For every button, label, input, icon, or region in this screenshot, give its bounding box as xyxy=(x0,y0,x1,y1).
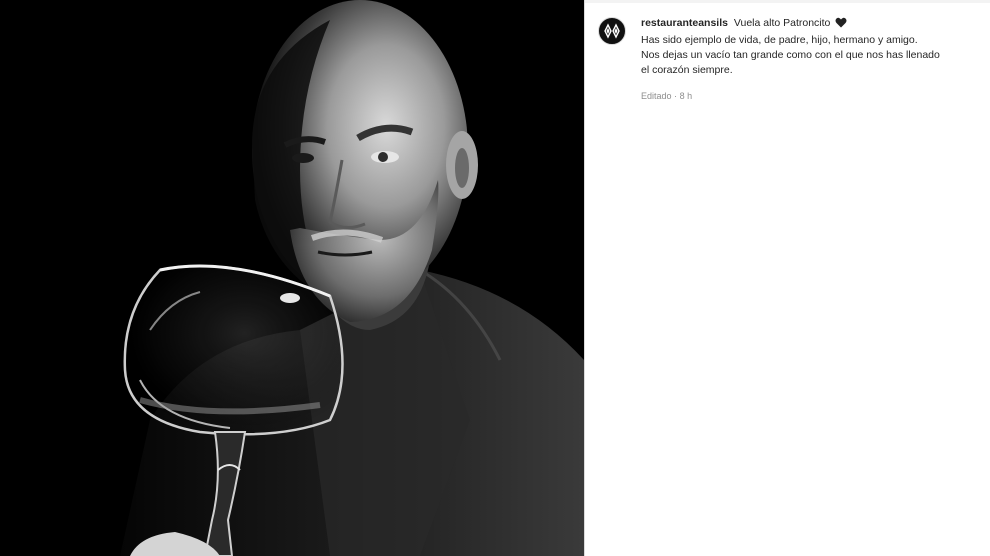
bw-portrait-image xyxy=(0,0,584,556)
caption-line-2: Has sido ejemplo de vida, de padre, hijo… xyxy=(641,34,918,46)
post-meta: Editado · 8 h xyxy=(641,89,940,104)
diamond-logo-icon xyxy=(604,23,620,39)
caption-line-3: Nos dejas un vacío tan grande como con e… xyxy=(641,49,940,61)
post-photo[interactable] xyxy=(0,0,584,556)
timestamp[interactable]: 8 h xyxy=(680,91,693,101)
caption-row: restauranteansils Vuela alto Patroncito … xyxy=(598,16,970,104)
black-heart-icon xyxy=(835,17,847,33)
caption-first-text: Vuela alto Patroncito xyxy=(733,17,831,29)
edited-label: Editado xyxy=(641,91,672,101)
panel-top-edge xyxy=(585,0,990,3)
caption-line-1: restauranteansils Vuela alto Patroncito xyxy=(641,16,940,33)
meta-separator: · xyxy=(674,91,678,101)
caption-line-4: el corazón siempre. xyxy=(641,64,733,76)
post-viewer: restauranteansils Vuela alto Patroncito … xyxy=(0,0,990,556)
caption-block: restauranteansils Vuela alto Patroncito … xyxy=(641,16,940,104)
username-link[interactable]: restauranteansils xyxy=(641,17,728,29)
comments-panel: restauranteansils Vuela alto Patroncito … xyxy=(585,0,990,556)
avatar[interactable] xyxy=(598,17,626,45)
